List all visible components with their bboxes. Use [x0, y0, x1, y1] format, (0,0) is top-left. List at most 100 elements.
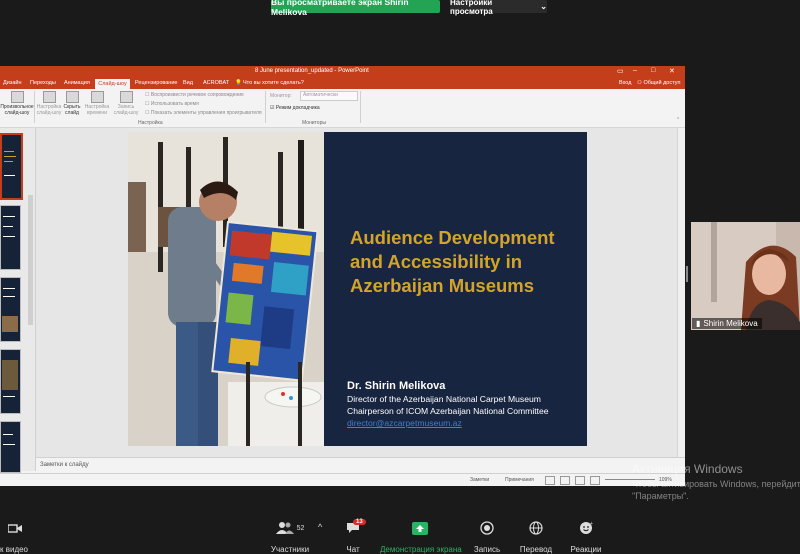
setup-show-icon — [42, 91, 56, 103]
tab-slideshow[interactable]: Слайд-шоу — [95, 79, 130, 89]
lightbulb-icon: 💡 — [235, 80, 242, 86]
panel-resize-handle[interactable] — [686, 266, 688, 282]
slide-thumbnails-pane — [0, 128, 36, 473]
ppt-window-title: 8 June presentation_updated - PowerPoint — [255, 68, 369, 74]
custom-show-button[interactable]: Произвольное слайд-шоу — [0, 91, 34, 116]
setup-show-label: Настройка слайд-шоу — [36, 104, 62, 116]
reading-view-icon[interactable] — [575, 476, 585, 485]
thumbnail-title-line — [4, 156, 16, 157]
monitor-label: Монитор: — [270, 93, 292, 99]
close-icon[interactable]: ✕ — [669, 67, 675, 75]
video-button[interactable]: к видео — [0, 517, 30, 554]
participants-count: 52 — [296, 524, 305, 532]
use-timings-label: Использовать время — [150, 101, 199, 107]
collapse-ribbon-icon[interactable]: ⌃ — [676, 117, 680, 123]
view-options-button[interactable]: Настройки просмотра ⌄ — [450, 0, 547, 16]
windows-activation-title: Активация Windows — [632, 462, 743, 476]
thumbnail-text-line — [3, 288, 15, 289]
video-camera-icon — [0, 517, 30, 539]
play-narrations-label: Воспроизвести речевое сопровождение — [150, 92, 244, 98]
ribbon-options-icon[interactable]: ▭ — [617, 67, 624, 75]
thumbnail-text-line — [3, 296, 15, 297]
slide-thumbnail[interactable] — [0, 205, 21, 270]
chat-unread-badge: 13 — [353, 519, 366, 525]
record-show-label: Запись слайд-шоу — [113, 104, 139, 116]
participants-button[interactable]: 52 Участники — [268, 517, 312, 554]
share-label: Общий доступ — [643, 80, 681, 86]
ppt-titlebar: 8 June presentation_updated - PowerPoint… — [0, 66, 685, 78]
participant-name-label: ▮ Shirin Melikova — [692, 318, 762, 329]
maximize-icon[interactable]: □ — [651, 67, 655, 74]
thumbnail-title-line — [4, 161, 13, 162]
play-narrations-checkbox[interactable]: ☐ Воспроизвести речевое сопровождение — [145, 92, 244, 98]
tab-view[interactable]: Вид — [183, 80, 193, 86]
share-screen-icon — [380, 517, 460, 539]
photo-illustration — [128, 132, 324, 446]
tell-me-search[interactable]: Что вы хотите сделать? — [243, 80, 304, 86]
rehearse-timings-button[interactable]: Настройка времени — [84, 91, 110, 116]
thumbnail-text-line — [3, 216, 15, 217]
minimize-icon[interactable]: – — [633, 67, 637, 74]
tab-acrobat[interactable]: ACROBAT — [203, 80, 229, 86]
slide-thumbnail[interactable] — [0, 349, 21, 414]
monitor-select[interactable]: Автоматически — [300, 91, 358, 101]
tab-transitions[interactable]: Переходы — [30, 80, 56, 86]
slide-sorter-icon[interactable] — [560, 476, 570, 485]
reactions-button[interactable]: + Реакции — [568, 517, 604, 554]
use-timings-checkbox[interactable]: ☐ Использовать время — [145, 101, 199, 107]
slide-thumbnail[interactable] — [0, 277, 21, 342]
smiley-plus-icon: + — [568, 517, 604, 539]
notes-pane[interactable]: Заметки к слайду — [36, 457, 685, 474]
participants-menu-chevron-icon[interactable]: ^ — [318, 522, 322, 532]
hide-slide-button[interactable]: Скрыть слайд — [62, 91, 82, 116]
media-controls-checkbox[interactable]: ☐ Показать элементы управления проигрыва… — [145, 110, 262, 116]
ribbon-divider — [34, 91, 35, 123]
editor-scrollbar[interactable] — [677, 128, 685, 457]
chevron-down-icon: ⌄ — [540, 2, 547, 11]
share-screen-button[interactable]: Демонстрация экрана — [380, 517, 462, 554]
thumbnail-text-line — [3, 434, 13, 435]
thumbnail-photo — [2, 360, 18, 390]
view-options-label: Настройки просмотра — [450, 0, 493, 16]
artist-painting-photo — [128, 132, 324, 446]
tab-animations[interactable]: Анимация — [64, 80, 90, 86]
rehearse-label: Настройка времени — [84, 104, 110, 116]
windows-activation-line-2: "Параметры". — [632, 491, 689, 501]
ribbon-divider — [360, 91, 361, 123]
mic-signal-icon: ▮ — [696, 319, 701, 328]
screen-share-banner: Вы просматриваете экран Shirin Melikova — [271, 0, 440, 17]
share-button[interactable]: ⚇ Общий доступ — [637, 80, 680, 86]
slide-thumbnail[interactable] — [0, 133, 23, 200]
thumbnail-text-line — [3, 236, 15, 237]
presenter-name: Dr. Shirin Melikova — [347, 380, 446, 392]
record-icon — [119, 91, 133, 103]
normal-view-icon[interactable] — [545, 476, 555, 485]
comments-toggle[interactable]: Примечания — [505, 477, 534, 483]
group-monitors-label: Мониторы — [302, 120, 326, 126]
media-controls-label: Показать элементы управления проигрывате… — [150, 110, 262, 116]
participant-video-tile[interactable] — [691, 222, 800, 330]
record-button[interactable]: Запись — [472, 517, 502, 554]
thumbnail-text-line — [3, 396, 15, 397]
stopwatch-icon — [90, 91, 104, 103]
share-person-icon: ⚇ — [637, 80, 642, 86]
setup-show-button[interactable]: Настройка слайд-шоу — [36, 91, 62, 116]
custom-show-label: Произвольное слайд-шоу — [0, 104, 34, 116]
presenter-role-2: Chairperson of ICOM Azerbaijan National … — [347, 406, 549, 416]
thumbnails-scrollbar[interactable] — [28, 195, 33, 325]
presenter-role-1: Director of the Azerbaijan National Carp… — [347, 394, 541, 404]
presenter-email-link[interactable]: director@azcarpetmuseum.az — [347, 418, 462, 428]
slide-title: Audience Development and Accessibility i… — [350, 227, 555, 296]
presenter-view-checkbox[interactable]: ☑ Режим докладчика — [270, 105, 320, 111]
translate-button[interactable]: Перевод — [518, 517, 554, 554]
tab-review[interactable]: Рецензирование — [135, 80, 177, 86]
record-show-button[interactable]: Запись слайд-шоу — [110, 91, 142, 116]
tab-design[interactable]: Дизайн — [3, 80, 22, 86]
notes-toggle[interactable]: Заметки — [470, 477, 489, 483]
custom-show-icon — [10, 91, 24, 103]
participants-icon: 52 — [268, 517, 312, 539]
slide-thumbnail[interactable] — [0, 421, 21, 473]
sign-in-link[interactable]: Вход — [619, 80, 631, 86]
hide-slide-icon — [65, 91, 79, 103]
slideshow-view-icon[interactable] — [590, 476, 600, 485]
